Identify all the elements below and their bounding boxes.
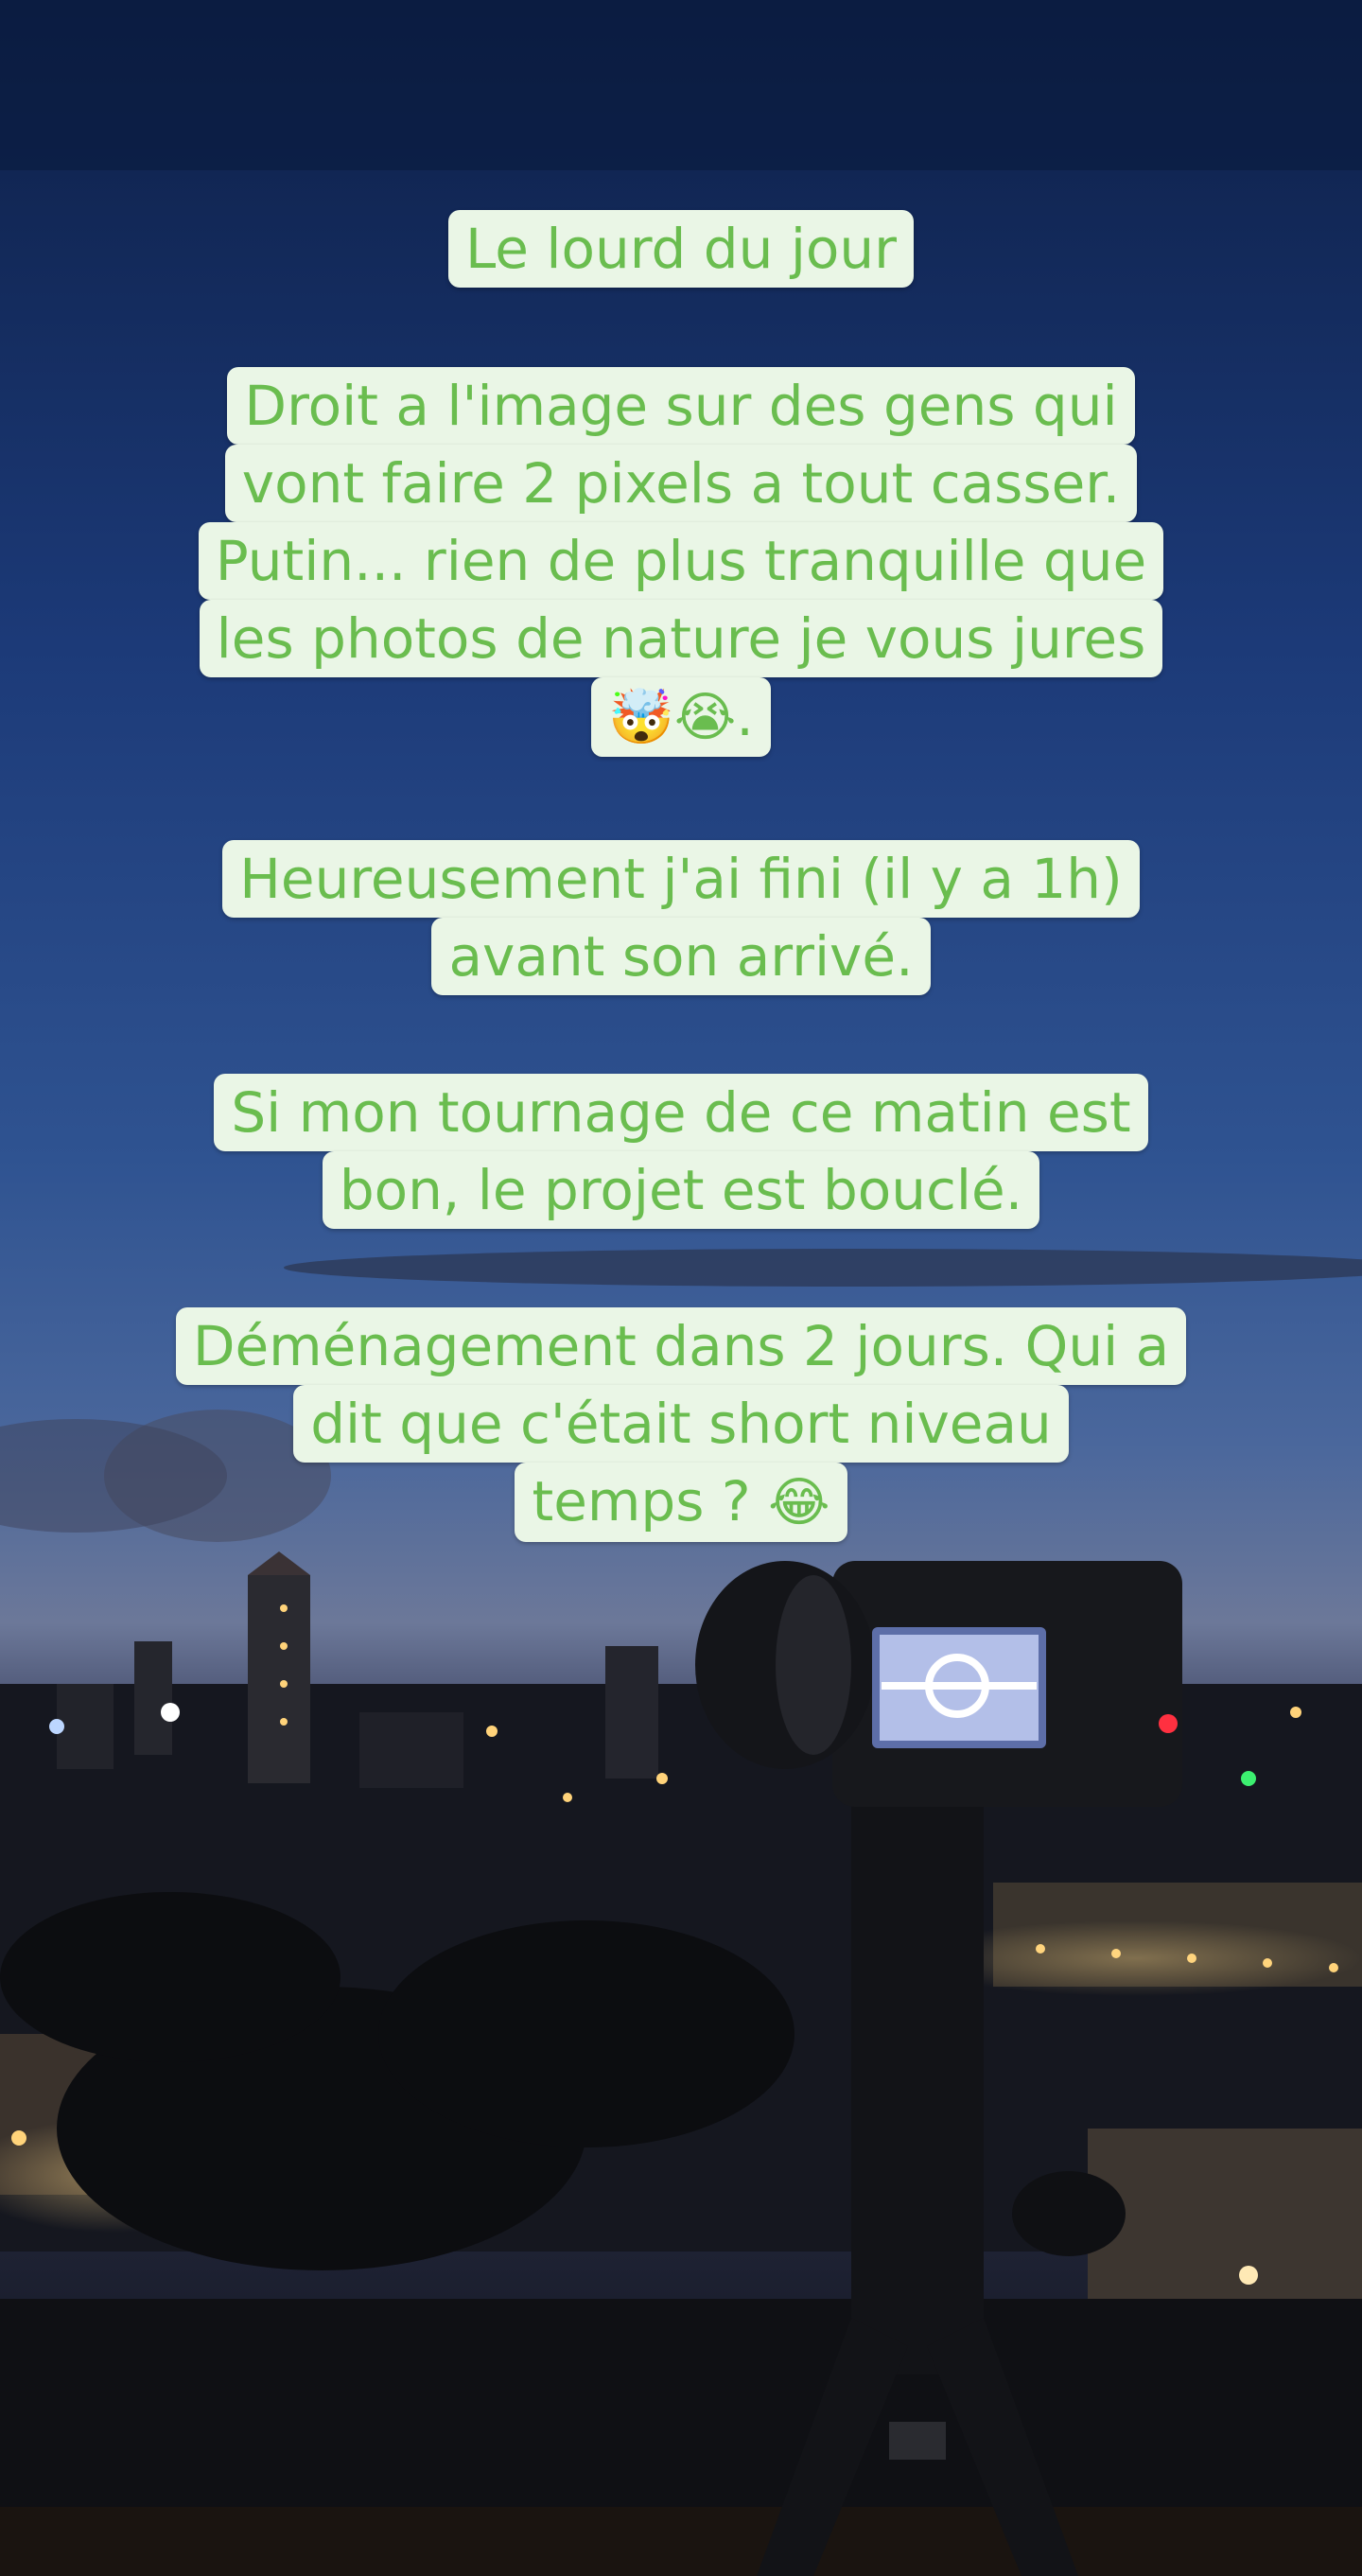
caption-line: Si mon tournage de ce matin est bbox=[214, 1074, 1148, 1151]
crying-face-emoji: 😭 bbox=[673, 687, 737, 748]
caption-finished: Heureusement j'ai fini (il y a 1h) avant… bbox=[0, 840, 1362, 995]
caption-line: Le lourd du jour bbox=[447, 210, 915, 288]
caption-line: les photos de nature je vous jures bbox=[199, 600, 1163, 677]
caption-title: Le lourd du jour bbox=[0, 210, 1362, 288]
story-canvas: Le lourd du jour Droit a l'image sur des… bbox=[0, 0, 1362, 2576]
caption-line: vont faire 2 pixels a tout casser. bbox=[224, 445, 1138, 522]
caption-line: Heureusement j'ai fini (il y a 1h) bbox=[222, 840, 1140, 918]
caption-text: temps ? bbox=[532, 1469, 769, 1533]
caption-moving: Déménagement dans 2 jours. Qui a dit que… bbox=[0, 1307, 1362, 1542]
caption-line: avant son arrivé. bbox=[431, 918, 931, 995]
exploding-head-emoji: 🤯 bbox=[608, 687, 674, 748]
caption-line: Putin... rien de plus tranquille que bbox=[198, 522, 1164, 600]
laughing-tears-emoji: 😂 bbox=[768, 1472, 830, 1533]
caption-emoji-line: 🤯😭. bbox=[591, 677, 771, 757]
caption-line: Déménagement dans 2 jours. Qui a bbox=[175, 1307, 1187, 1385]
caption-line: dit que c'était short niveau bbox=[293, 1385, 1069, 1463]
caption-shooting: Si mon tournage de ce matin est bon, le … bbox=[0, 1074, 1362, 1229]
caption-line: Droit a l'image sur des gens qui bbox=[227, 367, 1135, 445]
caption-line: bon, le projet est bouclé. bbox=[322, 1151, 1040, 1229]
caption-image-rights: Droit a l'image sur des gens qui vont fa… bbox=[0, 367, 1362, 757]
caption-emoji-line: temps ? 😂 bbox=[515, 1463, 847, 1542]
caption-period: . bbox=[736, 684, 754, 748]
